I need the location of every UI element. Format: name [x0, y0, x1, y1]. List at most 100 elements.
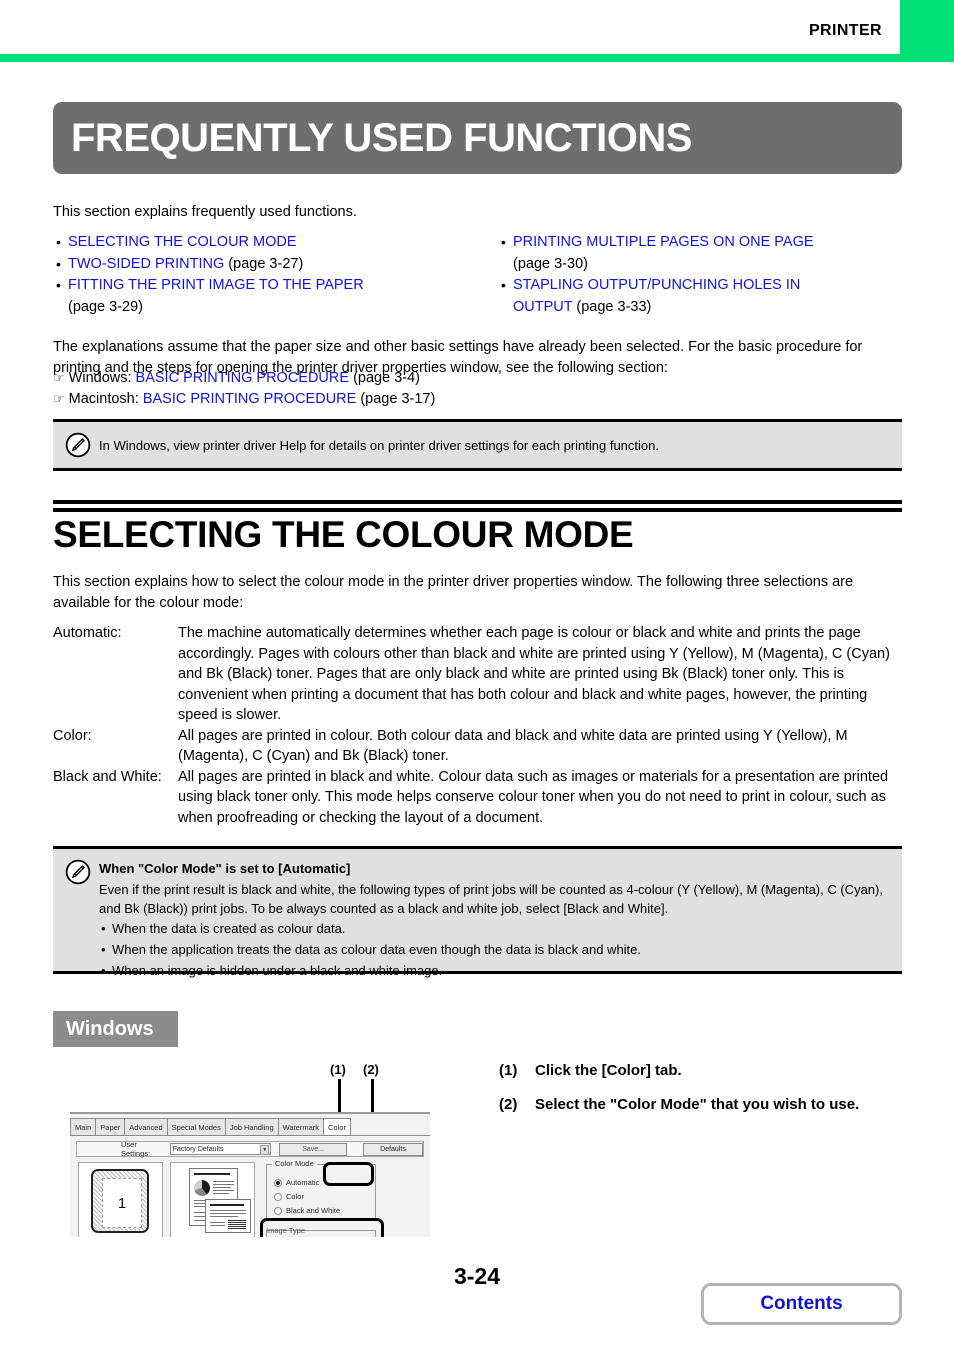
link-stapling-output[interactable]: STAPLING OUTPUT/PUNCHING HOLES IN: [513, 277, 800, 293]
callout-label-1: (1): [330, 1062, 346, 1077]
note-text: In Windows, view printer driver Help for…: [99, 437, 659, 453]
radio-black-and-white[interactable]: Black and White: [274, 1206, 340, 1215]
page-header: PRINTER: [0, 0, 954, 62]
intro-text: This section explains frequently used fu…: [53, 204, 357, 220]
document-preview: [170, 1162, 255, 1237]
link-column-left: SELECTING THE COLOUR MODE TWO-SIDED PRIN…: [53, 232, 483, 318]
thumb-text-line: [210, 1210, 246, 1211]
link-page-ref: (page 3-30): [513, 255, 588, 272]
link-column-right: PRINTING MULTIPLE PAGES ON ONE PAGE (pag…: [498, 232, 918, 318]
list-item[interactable]: PRINTING MULTIPLE PAGES ON ONE PAGE: [498, 232, 918, 254]
note-bullet: When the application treats the data as …: [99, 939, 888, 960]
definition-term: Black and White:: [53, 768, 162, 785]
header-green-block: [900, 0, 954, 54]
definition-description: All pages are printed in black and white…: [178, 768, 889, 826]
reference-windows[interactable]: ☞ Windows: BASIC PRINTING PROCEDURE (page…: [53, 368, 420, 389]
reference-windows-page: (page 3-4): [349, 370, 420, 386]
list-item-continuation[interactable]: OUTPUT (page 3-33): [498, 297, 918, 319]
thumb-image-block: [228, 1220, 246, 1229]
tab-color[interactable]: Color: [323, 1118, 351, 1135]
link-page-ref: (page 3-33): [572, 298, 652, 315]
list-item[interactable]: TWO-SIDED PRINTING (page 3-27): [53, 254, 483, 276]
page-layout-preview: 1: [78, 1162, 163, 1237]
save-button[interactable]: Save...: [279, 1142, 347, 1156]
link-basic-printing-procedure-windows[interactable]: BASIC PRINTING PROCEDURE: [136, 370, 350, 386]
note-box: When "Color Mode" is set to [Automatic] …: [53, 846, 902, 981]
page-shape-icon: 1: [91, 1169, 149, 1233]
list-item[interactable]: STAPLING OUTPUT/PUNCHING HOLES IN: [498, 275, 918, 297]
note-text: Even if the print result is black and wh…: [99, 882, 883, 916]
definition-term: Automatic:: [53, 625, 122, 641]
chapter-banner: FREQUENTLY USED FUNCTIONS: [53, 102, 902, 174]
section-rule-bottom: [53, 508, 902, 512]
link-selecting-colour-mode[interactable]: SELECTING THE COLOUR MODE: [68, 234, 297, 250]
step-number: (1): [499, 1062, 518, 1079]
printer-driver-figure: (1) (2) Main Paper Advanced Special Mode…: [53, 1062, 463, 1237]
definition-row: Black and White: All pages are printed i…: [53, 767, 905, 829]
link-fitting-print-image[interactable]: FITTING THE PRINT IMAGE TO THE PAPER: [68, 277, 364, 293]
pointing-hand-icon: ☞: [53, 371, 65, 386]
tab-main[interactable]: Main: [70, 1118, 97, 1135]
user-settings-value: Factory Defaults: [172, 1145, 224, 1153]
header-green-rule: [0, 54, 954, 62]
tab-paper[interactable]: Paper: [95, 1118, 126, 1135]
callout-label-2: (2): [363, 1062, 379, 1077]
tab-special-modes[interactable]: Special Modes: [166, 1118, 226, 1135]
radio-automatic[interactable]: Automatic: [274, 1178, 319, 1187]
section-rule-top: [53, 500, 902, 504]
radio-button-icon[interactable]: [274, 1206, 282, 1215]
document-thumbnail-back: [205, 1199, 251, 1233]
definition-term: Color:: [53, 727, 92, 744]
tab-watermark[interactable]: Watermark: [277, 1118, 325, 1135]
preview-page-number: 1: [102, 1178, 142, 1228]
radio-button-icon[interactable]: [274, 1178, 282, 1187]
radio-label-automatic: Automatic: [286, 1178, 320, 1187]
printer-driver-window: Main Paper Advanced Special Modes Job Ha…: [70, 1112, 430, 1237]
step-text: Select the "Color Mode" that you wish to…: [535, 1096, 860, 1113]
definition-description: All pages are printed in colour. Both co…: [178, 727, 848, 765]
thumb-text-line: [210, 1225, 225, 1226]
highlight-color-tab: [323, 1162, 374, 1186]
user-settings-bar: User Settings: Factory Defaults ▼ Save..…: [76, 1140, 424, 1158]
thumb-text-line: [210, 1213, 246, 1214]
note-pencil-icon: [53, 432, 99, 458]
section-intro: This section explains how to select the …: [53, 574, 854, 611]
thumb-pie-chart-icon: [194, 1180, 210, 1196]
header-title: PRINTER: [808, 22, 882, 39]
definition-row: Color: All pages are printed in colour. …: [53, 726, 905, 767]
defaults-button[interactable]: Defaults: [362, 1142, 423, 1156]
thumb-heading-bar: [194, 1173, 230, 1175]
colour-mode-definition-list: Automatic: The machine automatically det…: [53, 623, 905, 828]
banner-title: FREQUENTLY USED FUNCTIONS: [71, 115, 692, 160]
user-settings-select[interactable]: Factory Defaults ▼: [169, 1143, 272, 1155]
chevron-down-icon[interactable]: ▼: [260, 1145, 270, 1155]
link-basic-printing-procedure-macintosh[interactable]: BASIC PRINTING PROCEDURE: [143, 391, 357, 407]
thumb-heading-bar: [210, 1204, 244, 1206]
driver-tab-row: Main Paper Advanced Special Modes Job Ha…: [70, 1118, 351, 1135]
list-item[interactable]: FITTING THE PRINT IMAGE TO THE PAPER: [53, 275, 483, 297]
tab-job-handling[interactable]: Job Handling: [224, 1118, 279, 1135]
note-bullet: When the data is created as colour data.: [99, 918, 888, 939]
link-printing-multiple-pages[interactable]: PRINTING MULTIPLE PAGES ON ONE PAGE: [513, 234, 814, 250]
list-item[interactable]: SELECTING THE COLOUR MODE: [53, 232, 483, 254]
color-mode-legend: Color Mode: [272, 1159, 317, 1168]
tab-advanced[interactable]: Advanced: [124, 1118, 168, 1135]
reference-macintosh[interactable]: ☞ Macintosh: BASIC PRINTING PROCEDURE (pa…: [53, 389, 435, 410]
radio-color[interactable]: Color: [274, 1192, 304, 1201]
link-page-ref: (page 3-29): [68, 298, 143, 315]
step-item: (2) Select the "Color Mode" that you wis…: [499, 1094, 899, 1115]
thumb-text-line: [213, 1193, 229, 1194]
user-settings-label: User Settings:: [121, 1140, 151, 1158]
radio-button-icon[interactable]: [274, 1192, 282, 1201]
thumb-text-line: [213, 1184, 234, 1185]
contents-button[interactable]: Contents: [701, 1283, 902, 1325]
definition-row: Automatic: The machine automatically det…: [53, 623, 905, 726]
pencil-in-circle-icon: [65, 859, 91, 885]
thumb-text-line: [213, 1190, 234, 1191]
note-box: In Windows, view printer driver Help for…: [53, 419, 902, 471]
link-stapling-output-cont[interactable]: OUTPUT: [513, 299, 572, 315]
reference-macintosh-label: Macintosh:: [68, 391, 143, 407]
pointing-hand-icon: ☞: [53, 392, 65, 407]
instruction-steps: (1) Click the [Color] tab. (2) Select th…: [499, 1060, 899, 1128]
link-two-sided-printing[interactable]: TWO-SIDED PRINTING: [68, 256, 224, 272]
